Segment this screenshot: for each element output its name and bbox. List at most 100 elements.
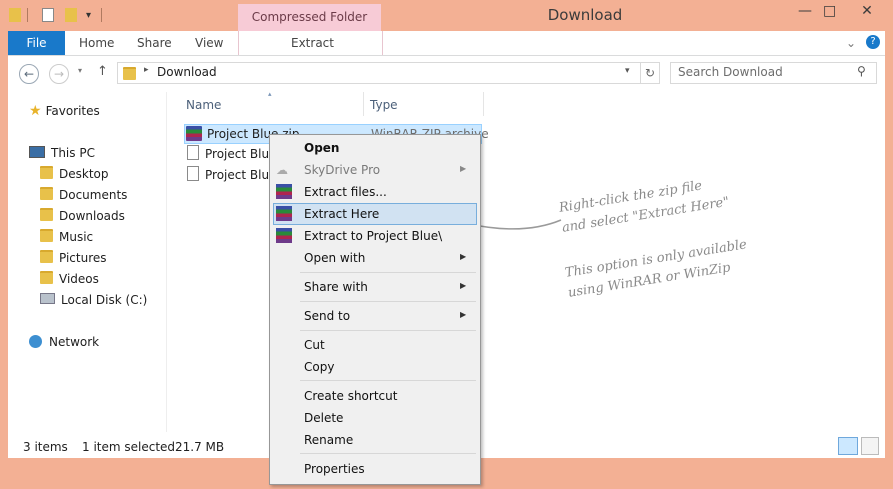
nav-network-label: Network — [49, 335, 100, 349]
help-icon[interactable]: ? — [866, 35, 880, 49]
folder-icon — [40, 208, 53, 221]
nav-this-pc-label: This PC — [51, 146, 95, 160]
folder-icon — [40, 271, 53, 284]
file-row-project-blue[interactable]: Project Blue — [187, 144, 276, 164]
menu-item-open-with[interactable]: Open with — [304, 248, 365, 268]
tab-share[interactable]: Share — [137, 31, 172, 55]
submenu-arrow-icon: ▶ — [460, 281, 467, 290]
nav-item-label: Music — [59, 230, 94, 244]
new-folder-icon[interactable] — [65, 8, 77, 22]
nav-favorites[interactable]: ★ Favorites — [29, 101, 100, 121]
nav-network[interactable]: Network — [29, 332, 99, 352]
nav-item-pictures[interactable]: Pictures — [40, 248, 107, 268]
window-title: Download — [547, 6, 623, 24]
winrar-icon — [276, 206, 292, 221]
file-name: Project Blue — [205, 147, 277, 161]
up-button[interactable]: ↑ — [97, 64, 108, 79]
tab-extract[interactable]: Extract — [238, 31, 383, 55]
menu-separator — [300, 380, 476, 381]
menu-item-properties[interactable]: Properties — [304, 459, 365, 479]
refresh-button[interactable]: ↻ — [640, 62, 660, 84]
toolbar-divider — [101, 8, 102, 22]
column-divider[interactable] — [483, 92, 484, 116]
address-bar[interactable]: ▸ Download ▾ — [117, 62, 641, 84]
folder-icon — [40, 187, 53, 200]
menu-item-copy[interactable]: Copy — [304, 357, 334, 377]
menu-item-extract-to[interactable]: Extract to Project Blue\ — [304, 226, 442, 246]
nav-item-music[interactable]: Music — [40, 227, 93, 247]
star-icon: ★ — [29, 103, 42, 119]
back-button[interactable]: ← — [19, 64, 39, 84]
tab-view[interactable]: View — [195, 31, 223, 55]
search-placeholder: Search Download — [678, 65, 783, 79]
sort-indicator-icon: ▴ — [268, 90, 272, 98]
breadcrumb-download[interactable]: Download — [157, 65, 217, 79]
file-row-project-blue[interactable]: Project Blue — [187, 165, 276, 185]
breadcrumb-separator-icon[interactable]: ▸ — [144, 65, 149, 75]
title-bar: ▾ Compressed Folder Tools Download — □ ✕ — [0, 0, 893, 51]
minimize-button[interactable]: — — [798, 3, 812, 19]
menu-item-open[interactable]: Open — [304, 138, 339, 158]
column-header-type[interactable]: Type — [370, 98, 398, 112]
customize-toolbar-icon[interactable]: ▾ — [86, 10, 98, 24]
address-dropdown-icon[interactable]: ▾ — [625, 66, 630, 76]
nav-item-label: Pictures — [59, 251, 107, 265]
nav-item-desktop[interactable]: Desktop — [40, 164, 109, 184]
nav-item-downloads[interactable]: Downloads — [40, 206, 125, 226]
menu-separator — [300, 301, 476, 302]
column-header-name[interactable]: Name — [186, 98, 221, 112]
properties-icon[interactable] — [42, 8, 54, 22]
tab-file[interactable]: File — [8, 31, 65, 55]
address-row: ← → ▾ ↑ ▸ Download ▾ ↻ Search Download ⚲ — [8, 56, 885, 92]
context-menu: Open ☁ SkyDrive Pro ▶ Extract files... E… — [269, 134, 481, 485]
folder-icon — [40, 166, 53, 179]
winrar-icon — [276, 184, 292, 199]
details-view-icon[interactable] — [838, 437, 858, 455]
recent-locations-chevron-icon[interactable]: ▾ — [78, 66, 82, 75]
submenu-arrow-icon: ▶ — [460, 164, 467, 173]
maximize-button[interactable]: □ — [823, 3, 836, 19]
folder-icon — [40, 229, 53, 242]
menu-item-delete[interactable]: Delete — [304, 408, 343, 428]
skydrive-cloud-icon: ☁ — [276, 163, 288, 177]
menu-item-extract-here[interactable]: Extract Here — [304, 204, 379, 224]
nav-this-pc[interactable]: This PC — [29, 143, 95, 163]
menu-separator — [300, 330, 476, 331]
search-input[interactable]: Search Download ⚲ — [670, 62, 877, 84]
nav-item-label: Local Disk (C:) — [61, 293, 148, 307]
drive-icon — [40, 293, 55, 304]
nav-favorites-label: Favorites — [45, 104, 100, 118]
search-icon[interactable]: ⚲ — [857, 64, 866, 78]
menu-item-create-shortcut[interactable]: Create shortcut — [304, 386, 397, 406]
ribbon-collapse-chevron-icon[interactable]: ⌄ — [846, 31, 856, 55]
close-button[interactable]: ✕ — [848, 3, 886, 19]
status-item-count: 3 items — [23, 440, 68, 454]
forward-button[interactable]: → — [49, 64, 69, 84]
menu-separator — [300, 272, 476, 273]
file-name: Project Blue — [205, 168, 277, 182]
folder-icon — [40, 250, 53, 263]
column-divider[interactable] — [363, 92, 364, 116]
menu-item-cut[interactable]: Cut — [304, 335, 325, 355]
nav-item-documents[interactable]: Documents — [40, 185, 127, 205]
large-icons-view-icon[interactable] — [861, 437, 879, 455]
menu-item-rename[interactable]: Rename — [304, 430, 353, 450]
contextual-tab-group: Compressed Folder Tools — [238, 4, 381, 51]
nav-item-videos[interactable]: Videos — [40, 269, 99, 289]
menu-item-send-to[interactable]: Send to — [304, 306, 350, 326]
nav-item-label: Videos — [59, 272, 99, 286]
tab-extract-label: Extract — [291, 36, 334, 50]
winrar-icon — [276, 228, 292, 243]
winrar-archive-icon — [186, 126, 202, 141]
menu-separator — [300, 453, 476, 454]
navigation-pane: ★ Favorites This PC Desktop Documents Dow… — [8, 92, 166, 432]
nav-item-local-disk[interactable]: Local Disk (C:) — [40, 290, 147, 310]
nav-item-label: Documents — [59, 188, 128, 202]
menu-item-extract-files[interactable]: Extract files... — [304, 182, 387, 202]
menu-item-skydrive-pro[interactable]: SkyDrive Pro — [304, 160, 380, 180]
menu-item-share-with[interactable]: Share with — [304, 277, 368, 297]
nav-item-label: Downloads — [59, 209, 125, 223]
tab-home[interactable]: Home — [79, 31, 114, 55]
nav-item-label: Desktop — [59, 167, 109, 181]
folder-icon — [123, 67, 136, 80]
